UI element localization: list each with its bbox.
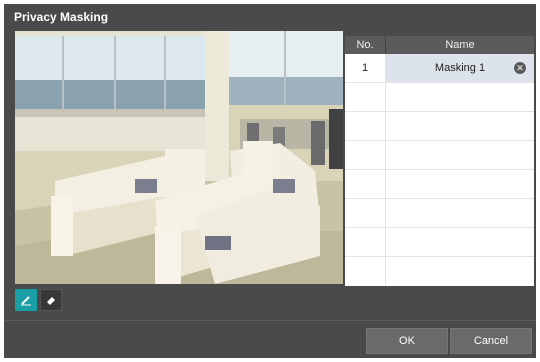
table-row[interactable] [345, 83, 534, 112]
camera-preview[interactable] [15, 31, 343, 284]
row-number [345, 228, 386, 256]
table-row[interactable] [345, 199, 534, 228]
row-name [386, 199, 534, 227]
camera-image [15, 31, 343, 284]
row-name [386, 257, 534, 285]
erase-mask-button[interactable] [40, 289, 62, 311]
row-name [386, 170, 534, 198]
delete-icon[interactable]: ✕ [514, 62, 526, 74]
masking-table: No. Name 1 Masking 1 ✕ [345, 36, 534, 286]
row-name [386, 228, 534, 256]
mask-tools [15, 289, 62, 311]
row-name [386, 141, 534, 169]
row-number [345, 257, 386, 285]
column-header-name[interactable]: Name [385, 36, 534, 54]
row-number [345, 141, 386, 169]
table-row[interactable] [345, 170, 534, 199]
draw-mask-button[interactable] [15, 289, 37, 311]
table-row[interactable] [345, 257, 534, 285]
table-row[interactable]: 1 Masking 1 ✕ [345, 54, 534, 83]
table-row[interactable] [345, 141, 534, 170]
dialog-title: Privacy Masking [14, 10, 109, 24]
table-row[interactable] [345, 112, 534, 141]
row-name: Masking 1 [386, 54, 534, 82]
cancel-button[interactable]: Cancel [450, 328, 532, 354]
privacy-masking-dialog: Privacy Masking No. Name 1 Masking 1 ✕ O… [4, 4, 536, 358]
row-name [386, 112, 534, 140]
row-name [386, 83, 534, 111]
table-header: No. Name [345, 36, 534, 54]
column-header-no[interactable]: No. [345, 36, 385, 54]
row-number [345, 170, 386, 198]
row-number [345, 112, 386, 140]
row-number [345, 83, 386, 111]
row-number [345, 199, 386, 227]
divider [4, 320, 536, 321]
eraser-icon [47, 297, 55, 305]
row-number: 1 [345, 54, 386, 82]
ok-button[interactable]: OK [366, 328, 448, 354]
table-row[interactable] [345, 228, 534, 257]
pencil-icon [21, 296, 31, 306]
